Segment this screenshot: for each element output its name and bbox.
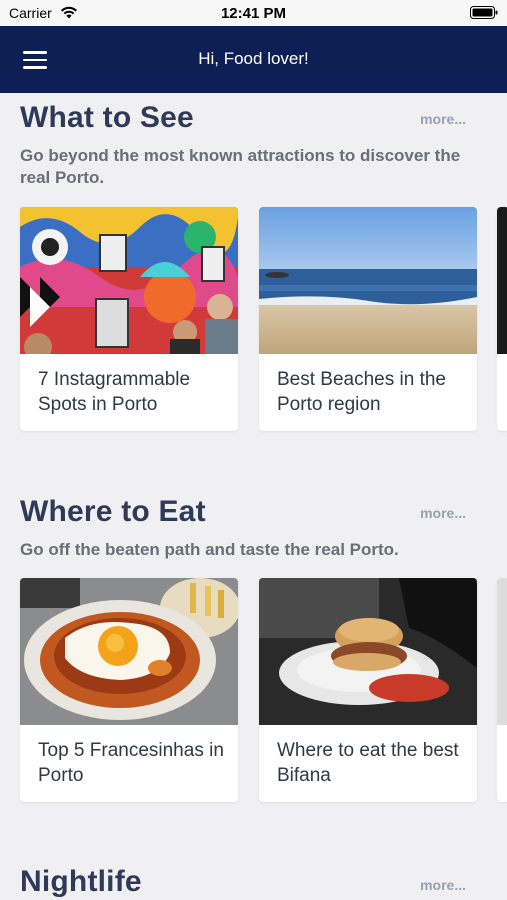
card-title: Where to eat the best Bifana: [277, 740, 459, 786]
card-title: 7 Instagrammable Spots in Porto: [38, 369, 191, 415]
section-title: What to See: [20, 101, 194, 134]
card-instagrammable-spots[interactable]: 7 Instagrammable Spots in Porto: [20, 207, 238, 431]
card-carousel[interactable]: 7 Instagrammable Spots in Porto Best Bea…: [0, 207, 507, 433]
clock: 12:41 PM: [220, 5, 287, 22]
card-best-beaches[interactable]: Best Beaches in the Porto region: [259, 207, 477, 431]
header-greeting: Hi, Food lover!: [198, 49, 309, 68]
app-header: Hi, Food lover!: [0, 26, 507, 93]
status-bar: Carrier 12:41 PM: [0, 0, 507, 26]
next-card-image: [497, 207, 507, 354]
bifana-image: [259, 578, 477, 725]
card-carousel[interactable]: Top 5 Francesinhas in Porto Where to eat…: [0, 578, 507, 804]
card-title: Top 5 Francesinhas in Porto: [38, 740, 224, 786]
section-title: Where to Eat: [20, 495, 206, 528]
card-next[interactable]: [497, 578, 507, 802]
next-card-image: [497, 578, 507, 725]
section-description: Go off the beaten path and taste the rea…: [20, 540, 399, 559]
mural-image: [20, 207, 238, 354]
beach-image: [259, 207, 477, 354]
section-title: Nightlife: [20, 865, 142, 898]
card-francesinhas[interactable]: Top 5 Francesinhas in Porto: [20, 578, 238, 802]
card-bifana[interactable]: Where to eat the best Bifana: [259, 578, 477, 802]
more-link[interactable]: more...: [420, 111, 466, 127]
scroll-content[interactable]: What to See more... Go beyond the most k…: [0, 93, 507, 900]
card-title: Best Beaches in the Porto region: [277, 369, 446, 415]
more-link[interactable]: more...: [420, 877, 466, 893]
section-description: Go beyond the most known attractions to …: [20, 146, 461, 187]
more-link[interactable]: more...: [420, 505, 466, 521]
card-next[interactable]: [497, 207, 507, 431]
battery-icon: [470, 6, 498, 19]
francesinha-image: [20, 578, 238, 725]
